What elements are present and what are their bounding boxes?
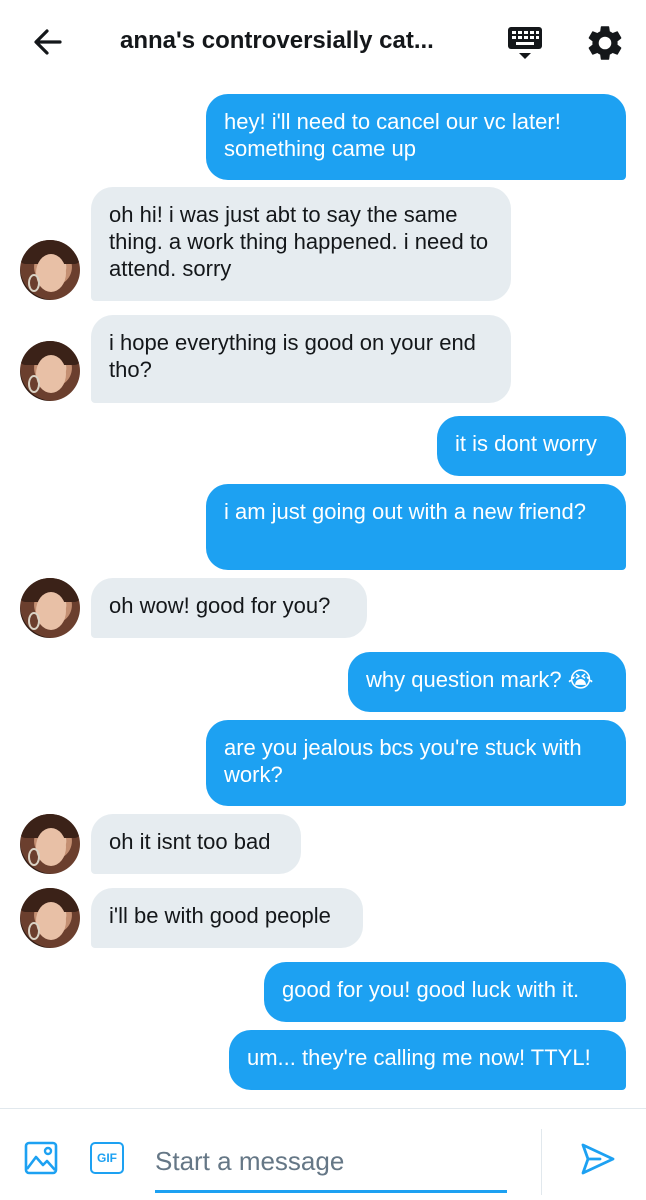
image-icon (24, 1141, 58, 1175)
message-row: good for you! good luck with it. (0, 962, 646, 1022)
message-row: it is dont worry (0, 416, 646, 476)
send-button[interactable] (580, 1141, 616, 1177)
message-input[interactable] (155, 1133, 507, 1193)
message-row: hey! i'll need to cancel our vc later! s… (0, 94, 646, 180)
message-row: why question mark? 😭 (0, 652, 646, 712)
incoming-message[interactable]: oh wow! good for you? (91, 578, 367, 638)
outgoing-message[interactable]: it is dont worry (437, 416, 626, 476)
message-composer: GIF (0, 1108, 646, 1200)
avatar[interactable] (20, 578, 80, 638)
avatar[interactable] (20, 240, 80, 300)
outgoing-message[interactable]: hey! i'll need to cancel our vc later! s… (206, 94, 626, 180)
message-row: oh wow! good for you? (0, 578, 646, 638)
message-row: are you jealous bcs you're stuck with wo… (0, 720, 646, 806)
outgoing-message[interactable]: good for you! good luck with it. (264, 962, 626, 1022)
composer-divider (541, 1129, 542, 1195)
avatar[interactable] (20, 814, 80, 874)
back-arrow-icon (34, 29, 62, 55)
gear-icon (588, 26, 622, 60)
message-list[interactable]: hey! i'll need to cancel our vc later! s… (0, 84, 646, 1108)
message-row: i'll be with good people (0, 888, 646, 948)
outgoing-message[interactable]: why question mark? 😭 (348, 652, 626, 712)
settings-button[interactable] (584, 22, 626, 64)
outgoing-message[interactable]: are you jealous bcs you're stuck with wo… (206, 720, 626, 806)
back-button[interactable] (28, 22, 68, 62)
message-row: i hope everything is good on your end th… (0, 315, 646, 403)
message-row: oh hi! i was just abt to say the same th… (0, 187, 646, 301)
chat-header: anna's controversially cat... (0, 0, 646, 84)
message-row: um... they're calling me now! TTYL! (0, 1030, 646, 1090)
send-icon (581, 1143, 615, 1175)
outgoing-message[interactable]: i am just going out with a new friend? (206, 484, 626, 570)
conversation-title: anna's controversially cat... (120, 27, 434, 54)
message-row: i am just going out with a new friend? (0, 484, 646, 570)
keyboard-icon (508, 27, 542, 59)
avatar[interactable] (20, 888, 80, 948)
add-image-button[interactable] (24, 1141, 58, 1175)
incoming-message[interactable]: i'll be with good people (91, 888, 363, 948)
keyboard-button[interactable] (504, 22, 546, 64)
incoming-message[interactable]: oh hi! i was just abt to say the same th… (91, 187, 511, 301)
outgoing-message[interactable]: um... they're calling me now! TTYL! (229, 1030, 626, 1090)
message-row: oh it isnt too bad (0, 814, 646, 874)
incoming-message[interactable]: oh it isnt too bad (91, 814, 301, 874)
gif-button[interactable]: GIF (90, 1142, 124, 1174)
avatar[interactable] (20, 341, 80, 401)
incoming-message[interactable]: i hope everything is good on your end th… (91, 315, 511, 403)
